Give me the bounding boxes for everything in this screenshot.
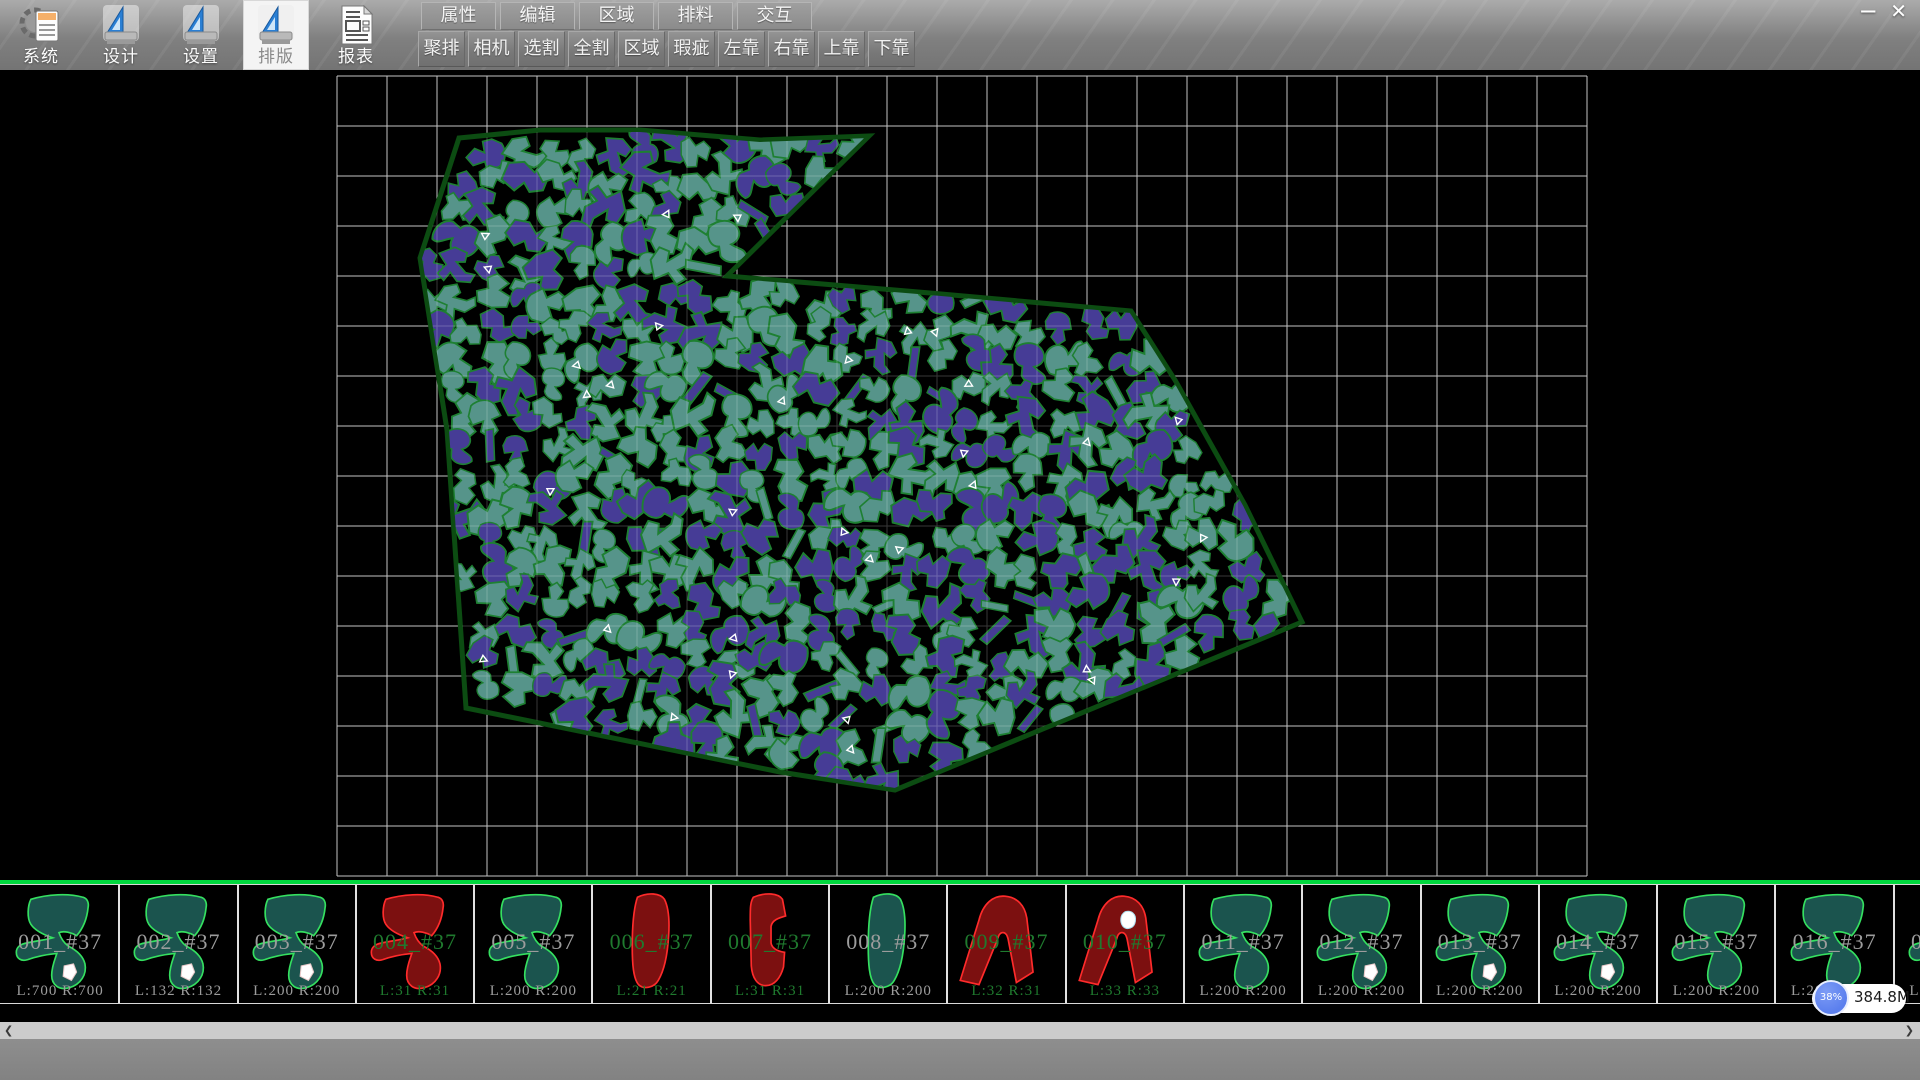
piece-thumbnail-strip: 001_#37L:700 R:700002_#37L:132 R:132003_…	[0, 884, 1920, 1004]
tool-button-聚排[interactable]: 聚排	[418, 31, 465, 67]
menu-item-属性[interactable]: 属性	[421, 2, 496, 30]
piece-id-label: 013_#37	[1422, 929, 1538, 955]
piece-id-label: 016_#37	[1777, 929, 1893, 955]
piece-id-label: 010_#37	[1067, 929, 1183, 955]
layout-icon	[254, 3, 298, 47]
piece-thumbnail-005_#37[interactable]: 005_#37 L:200 R:200	[475, 885, 593, 1003]
tool-button-区域[interactable]: 区域	[618, 31, 665, 67]
title-toolbar: 系统设计设置排版报表 属性编辑区域排料交互 聚排相机选割全割区域瑕疵左靠右靠上靠…	[0, 0, 1920, 71]
piece-lr-count: L:132 R:132	[120, 983, 236, 1000]
nesting-canvas[interactable]	[0, 70, 1920, 880]
mode-button-排版[interactable]: 排版	[243, 0, 309, 70]
system-icon	[19, 3, 63, 47]
piece-thumbnail-006_#37[interactable]: 006_#37 L:21 R:21	[594, 885, 712, 1003]
piece-id-label: 015_#37	[1658, 929, 1774, 955]
mode-button-label: 设置	[168, 47, 234, 67]
window-bottom-band	[0, 1039, 1920, 1080]
piece-thumbnail-010_#37[interactable]: 010_#37 L:33 R:33	[1067, 885, 1185, 1003]
minimize-icon[interactable]: —	[1853, 2, 1883, 20]
mode-button-设计[interactable]: 设计	[88, 0, 154, 70]
piece-thumbnail-002_#37[interactable]: 002_#37 L:132 R:132	[120, 885, 238, 1003]
window-controls: — ✕	[1853, 2, 1914, 20]
piece-id-label: 006_#37	[594, 929, 710, 955]
piece-id-label: 017_#37	[1895, 929, 1920, 955]
mode-button-label: 系统	[8, 47, 74, 67]
piece-lr-count: L:200 R:200	[1303, 983, 1419, 1000]
piece-id-label: 014_#37	[1540, 929, 1656, 955]
horizontal-scrollbar[interactable]: ❮ ❯	[0, 1022, 1920, 1039]
piece-lr-count: L:21 R:21	[594, 983, 710, 1000]
tool-button-左靠[interactable]: 左靠	[718, 31, 765, 67]
piece-id-label: 012_#37	[1303, 929, 1419, 955]
tool-button-下靠[interactable]: 下靠	[868, 31, 915, 67]
piece-lr-count: L:31 R:31	[712, 983, 828, 1000]
piece-id-label: 001_#37	[2, 929, 118, 955]
mode-button-设置[interactable]: 设置	[168, 0, 234, 70]
piece-id-label: 002_#37	[120, 929, 236, 955]
piece-thumbnail-011_#37[interactable]: 011_#37 L:200 R:200	[1185, 885, 1303, 1003]
piece-thumbnail-001_#37[interactable]: 001_#37 L:700 R:700	[2, 885, 120, 1003]
mode-button-label: 报表	[323, 47, 389, 67]
piece-id-label: 008_#37	[830, 929, 946, 955]
piece-thumbnail-004_#37[interactable]: 004_#37 L:31 R:31	[357, 885, 475, 1003]
mode-button-label: 排版	[243, 47, 309, 67]
mode-button-label: 设计	[88, 47, 154, 67]
piece-lr-count: L:33 R:33	[1067, 983, 1183, 1000]
piece-thumbnail-012_#37[interactable]: 012_#37 L:200 R:200	[1303, 885, 1421, 1003]
memory-status-badge: 384.8M 38%	[1812, 983, 1906, 1013]
piece-id-label: 009_#37	[948, 929, 1064, 955]
menu-item-编辑[interactable]: 编辑	[500, 2, 575, 30]
tool-button-全割[interactable]: 全割	[568, 31, 615, 67]
menu-item-交互[interactable]: 交互	[737, 2, 812, 30]
piece-lr-count: L:200 R:200	[830, 983, 946, 1000]
piece-thumbnail-015_#37[interactable]: 015_#37 L:200 R:200	[1658, 885, 1776, 1003]
tool-button-选割[interactable]: 选割	[518, 31, 565, 67]
memory-value: 384.8M	[1854, 988, 1910, 1006]
piece-thumbnail-009_#37[interactable]: 009_#37 L:32 R:31	[948, 885, 1066, 1003]
piece-lr-count: L:700 R:700	[2, 983, 118, 1000]
piece-thumbnail-014_#37[interactable]: 014_#37 L:200 R:200	[1540, 885, 1658, 1003]
piece-lr-count: L:200 R:200	[239, 983, 355, 1000]
piece-lr-count: L:32 R:31	[948, 983, 1064, 1000]
close-icon[interactable]: ✕	[1883, 2, 1914, 20]
piece-lr-count: L:200 R:200	[1422, 983, 1538, 1000]
progress-percent-badge: 38%	[1813, 980, 1849, 1016]
piece-id-label: 005_#37	[475, 929, 591, 955]
mode-button-报表[interactable]: 报表	[323, 0, 389, 70]
menu-item-区域[interactable]: 区域	[579, 2, 654, 30]
piece-lr-count: L:200 R:200	[1658, 983, 1774, 1000]
tool-button-上靠[interactable]: 上靠	[818, 31, 865, 67]
piece-lr-count: L:200 R:200	[1185, 983, 1301, 1000]
piece-lr-count: L:200 R:200	[475, 983, 591, 1000]
design-icon	[99, 3, 143, 47]
strip-gap	[0, 1004, 1920, 1022]
piece-thumbnail-013_#37[interactable]: 013_#37 L:200 R:200	[1422, 885, 1540, 1003]
piece-thumbnail-003_#37[interactable]: 003_#37 L:200 R:200	[239, 885, 357, 1003]
piece-id-label: 007_#37	[712, 929, 828, 955]
scroll-right-icon[interactable]: ❯	[1905, 1022, 1914, 1039]
piece-id-label: 004_#37	[357, 929, 473, 955]
piece-id-label: 003_#37	[239, 929, 355, 955]
menu-item-排料[interactable]: 排料	[658, 2, 733, 30]
report-icon	[334, 3, 378, 47]
settings-icon	[179, 3, 223, 47]
scroll-left-icon[interactable]: ❮	[4, 1022, 13, 1039]
piece-id-label: 011_#37	[1185, 929, 1301, 955]
piece-thumbnail-007_#37[interactable]: 007_#37 L:31 R:31	[712, 885, 830, 1003]
mode-button-系统[interactable]: 系统	[8, 0, 74, 70]
tool-button-右靠[interactable]: 右靠	[768, 31, 815, 67]
piece-thumbnail-008_#37[interactable]: 008_#37 L:200 R:200	[830, 885, 948, 1003]
piece-lr-count: L:31 R:31	[357, 983, 473, 1000]
tool-button-瑕疵[interactable]: 瑕疵	[668, 31, 715, 67]
piece-lr-count: L:200 R:200	[1540, 983, 1656, 1000]
nesting-layout-svg	[0, 70, 1920, 880]
tool-button-相机[interactable]: 相机	[468, 31, 515, 67]
